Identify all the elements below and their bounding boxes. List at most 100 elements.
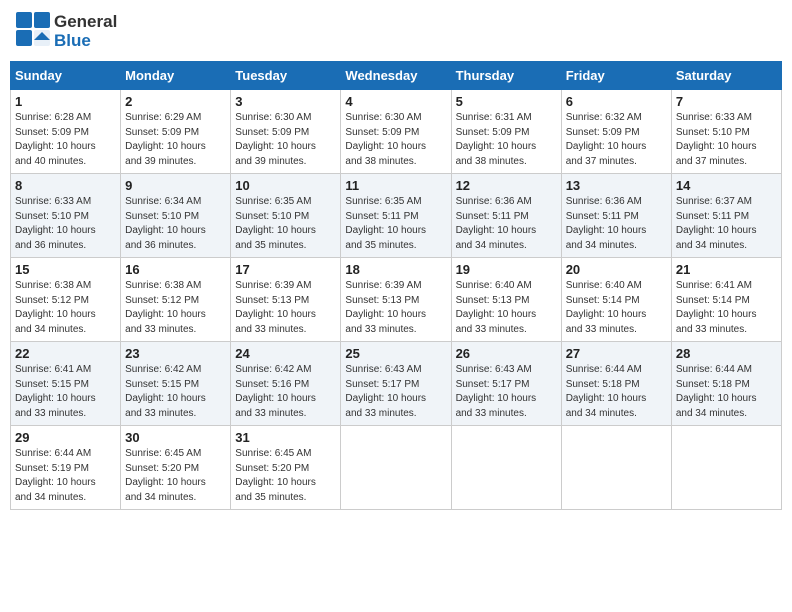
calendar-day-cell: 15 Sunrise: 6:38 AM Sunset: 5:12 PM Dayli… (11, 258, 121, 342)
calendar-day-cell: 12 Sunrise: 6:36 AM Sunset: 5:11 PM Dayli… (451, 174, 561, 258)
day-info: Sunrise: 6:33 AM Sunset: 5:10 PM Dayligh… (676, 111, 777, 169)
day-number: 21 (676, 262, 777, 277)
day-number: 29 (15, 430, 116, 445)
day-number: 9 (125, 178, 226, 193)
logo-icon (14, 10, 52, 48)
calendar-day-cell: 30 Sunrise: 6:45 AM Sunset: 5:20 PM Dayli… (121, 426, 231, 510)
day-number: 4 (345, 94, 446, 109)
calendar-day-cell: 10 Sunrise: 6:35 AM Sunset: 5:10 PM Dayli… (231, 174, 341, 258)
day-info: Sunrise: 6:35 AM Sunset: 5:11 PM Dayligh… (345, 195, 446, 253)
calendar-day-cell (671, 426, 781, 510)
day-number: 28 (676, 346, 777, 361)
calendar-day-cell: 24Sunrise: 6:42 AM Sunset: 5:16 PM Dayli… (231, 342, 341, 426)
weekday-header: Tuesday (231, 62, 341, 90)
calendar-day-cell: 9 Sunrise: 6:34 AM Sunset: 5:10 PM Daylig… (121, 174, 231, 258)
calendar-week-row: 1Sunrise: 6:28 AM Sunset: 5:09 PM Daylig… (11, 90, 782, 174)
calendar-day-cell: 2Sunrise: 6:29 AM Sunset: 5:09 PM Daylig… (121, 90, 231, 174)
calendar-week-row: 29Sunrise: 6:44 AM Sunset: 5:19 PM Dayli… (11, 426, 782, 510)
day-info: Sunrise: 6:45 AM Sunset: 5:20 PM Dayligh… (235, 447, 336, 505)
day-info: Sunrise: 6:43 AM Sunset: 5:17 PM Dayligh… (456, 363, 557, 421)
day-number: 31 (235, 430, 336, 445)
calendar-day-cell (451, 426, 561, 510)
calendar-day-cell: 1Sunrise: 6:28 AM Sunset: 5:09 PM Daylig… (11, 90, 121, 174)
day-info: Sunrise: 6:38 AM Sunset: 5:12 PM Dayligh… (15, 279, 116, 337)
day-info: Sunrise: 6:37 AM Sunset: 5:11 PM Dayligh… (676, 195, 777, 253)
day-info: Sunrise: 6:29 AM Sunset: 5:09 PM Dayligh… (125, 111, 226, 169)
day-number: 17 (235, 262, 336, 277)
calendar-day-cell: 27 Sunrise: 6:44 AM Sunset: 5:18 PM Dayli… (561, 342, 671, 426)
day-number: 26 (456, 346, 557, 361)
calendar-table: SundayMondayTuesdayWednesdayThursdayFrid… (10, 61, 782, 510)
day-number: 23 (125, 346, 226, 361)
calendar-day-cell: 14 Sunrise: 6:37 AM Sunset: 5:11 PM Dayli… (671, 174, 781, 258)
day-number: 14 (676, 178, 777, 193)
day-number: 1 (15, 94, 116, 109)
calendar-day-cell: 23 Sunrise: 6:42 AM Sunset: 5:15 PM Dayli… (121, 342, 231, 426)
weekday-header: Sunday (11, 62, 121, 90)
day-info: Sunrise: 6:34 AM Sunset: 5:10 PM Dayligh… (125, 195, 226, 253)
calendar-body: 1Sunrise: 6:28 AM Sunset: 5:09 PM Daylig… (11, 90, 782, 510)
calendar-day-cell: 6Sunrise: 6:32 AM Sunset: 5:09 PM Daylig… (561, 90, 671, 174)
calendar-day-cell: 16 Sunrise: 6:38 AM Sunset: 5:12 PM Dayli… (121, 258, 231, 342)
weekday-header: Monday (121, 62, 231, 90)
logo: General Blue (14, 10, 117, 53)
calendar-day-cell: 25Sunrise: 6:43 AM Sunset: 5:17 PM Dayli… (341, 342, 451, 426)
calendar-day-cell: 21Sunrise: 6:41 AM Sunset: 5:14 PM Dayli… (671, 258, 781, 342)
day-number: 10 (235, 178, 336, 193)
calendar-header: SundayMondayTuesdayWednesdayThursdayFrid… (11, 62, 782, 90)
day-info: Sunrise: 6:45 AM Sunset: 5:20 PM Dayligh… (125, 447, 226, 505)
calendar-day-cell: 13Sunrise: 6:36 AM Sunset: 5:11 PM Dayli… (561, 174, 671, 258)
day-info: Sunrise: 6:35 AM Sunset: 5:10 PM Dayligh… (235, 195, 336, 253)
calendar-week-row: 15 Sunrise: 6:38 AM Sunset: 5:12 PM Dayli… (11, 258, 782, 342)
day-number: 30 (125, 430, 226, 445)
weekday-header: Saturday (671, 62, 781, 90)
day-info: Sunrise: 6:41 AM Sunset: 5:15 PM Dayligh… (15, 363, 116, 421)
calendar-day-cell: 7 Sunrise: 6:33 AM Sunset: 5:10 PM Daylig… (671, 90, 781, 174)
day-number: 18 (345, 262, 446, 277)
calendar-day-cell (561, 426, 671, 510)
day-info: Sunrise: 6:32 AM Sunset: 5:09 PM Dayligh… (566, 111, 667, 169)
calendar-day-cell: 4 Sunrise: 6:30 AM Sunset: 5:09 PM Daylig… (341, 90, 451, 174)
page-header: General Blue (10, 10, 782, 53)
day-info: Sunrise: 6:33 AM Sunset: 5:10 PM Dayligh… (15, 195, 116, 253)
calendar-day-cell: 18 Sunrise: 6:39 AM Sunset: 5:13 PM Dayli… (341, 258, 451, 342)
weekday-header: Wednesday (341, 62, 451, 90)
day-number: 19 (456, 262, 557, 277)
calendar-day-cell: 22 Sunrise: 6:41 AM Sunset: 5:15 PM Dayli… (11, 342, 121, 426)
day-number: 20 (566, 262, 667, 277)
day-number: 16 (125, 262, 226, 277)
day-info: Sunrise: 6:38 AM Sunset: 5:12 PM Dayligh… (125, 279, 226, 337)
calendar-day-cell: 28Sunrise: 6:44 AM Sunset: 5:18 PM Dayli… (671, 342, 781, 426)
day-info: Sunrise: 6:36 AM Sunset: 5:11 PM Dayligh… (456, 195, 557, 253)
day-info: Sunrise: 6:30 AM Sunset: 5:09 PM Dayligh… (345, 111, 446, 169)
calendar-day-cell: 20 Sunrise: 6:40 AM Sunset: 5:14 PM Dayli… (561, 258, 671, 342)
day-info: Sunrise: 6:44 AM Sunset: 5:18 PM Dayligh… (566, 363, 667, 421)
day-info: Sunrise: 6:39 AM Sunset: 5:13 PM Dayligh… (345, 279, 446, 337)
calendar-week-row: 8 Sunrise: 6:33 AM Sunset: 5:10 PM Daylig… (11, 174, 782, 258)
day-number: 27 (566, 346, 667, 361)
day-number: 7 (676, 94, 777, 109)
logo-general: General (54, 13, 117, 32)
calendar-day-cell: 5Sunrise: 6:31 AM Sunset: 5:09 PM Daylig… (451, 90, 561, 174)
weekday-header-row: SundayMondayTuesdayWednesdayThursdayFrid… (11, 62, 782, 90)
day-number: 12 (456, 178, 557, 193)
calendar-day-cell (341, 426, 451, 510)
calendar-day-cell: 19 Sunrise: 6:40 AM Sunset: 5:13 PM Dayli… (451, 258, 561, 342)
day-info: Sunrise: 6:43 AM Sunset: 5:17 PM Dayligh… (345, 363, 446, 421)
day-number: 15 (15, 262, 116, 277)
day-number: 8 (15, 178, 116, 193)
day-info: Sunrise: 6:36 AM Sunset: 5:11 PM Dayligh… (566, 195, 667, 253)
day-info: Sunrise: 6:40 AM Sunset: 5:13 PM Dayligh… (456, 279, 557, 337)
day-info: Sunrise: 6:42 AM Sunset: 5:15 PM Dayligh… (125, 363, 226, 421)
day-info: Sunrise: 6:39 AM Sunset: 5:13 PM Dayligh… (235, 279, 336, 337)
logo-blue: Blue (54, 32, 117, 51)
calendar-day-cell: 11Sunrise: 6:35 AM Sunset: 5:11 PM Dayli… (341, 174, 451, 258)
day-number: 22 (15, 346, 116, 361)
calendar-week-row: 22 Sunrise: 6:41 AM Sunset: 5:15 PM Dayli… (11, 342, 782, 426)
day-info: Sunrise: 6:42 AM Sunset: 5:16 PM Dayligh… (235, 363, 336, 421)
calendar-day-cell: 8 Sunrise: 6:33 AM Sunset: 5:10 PM Daylig… (11, 174, 121, 258)
calendar-day-cell: 29Sunrise: 6:44 AM Sunset: 5:19 PM Dayli… (11, 426, 121, 510)
weekday-header: Thursday (451, 62, 561, 90)
weekday-header: Friday (561, 62, 671, 90)
day-info: Sunrise: 6:40 AM Sunset: 5:14 PM Dayligh… (566, 279, 667, 337)
